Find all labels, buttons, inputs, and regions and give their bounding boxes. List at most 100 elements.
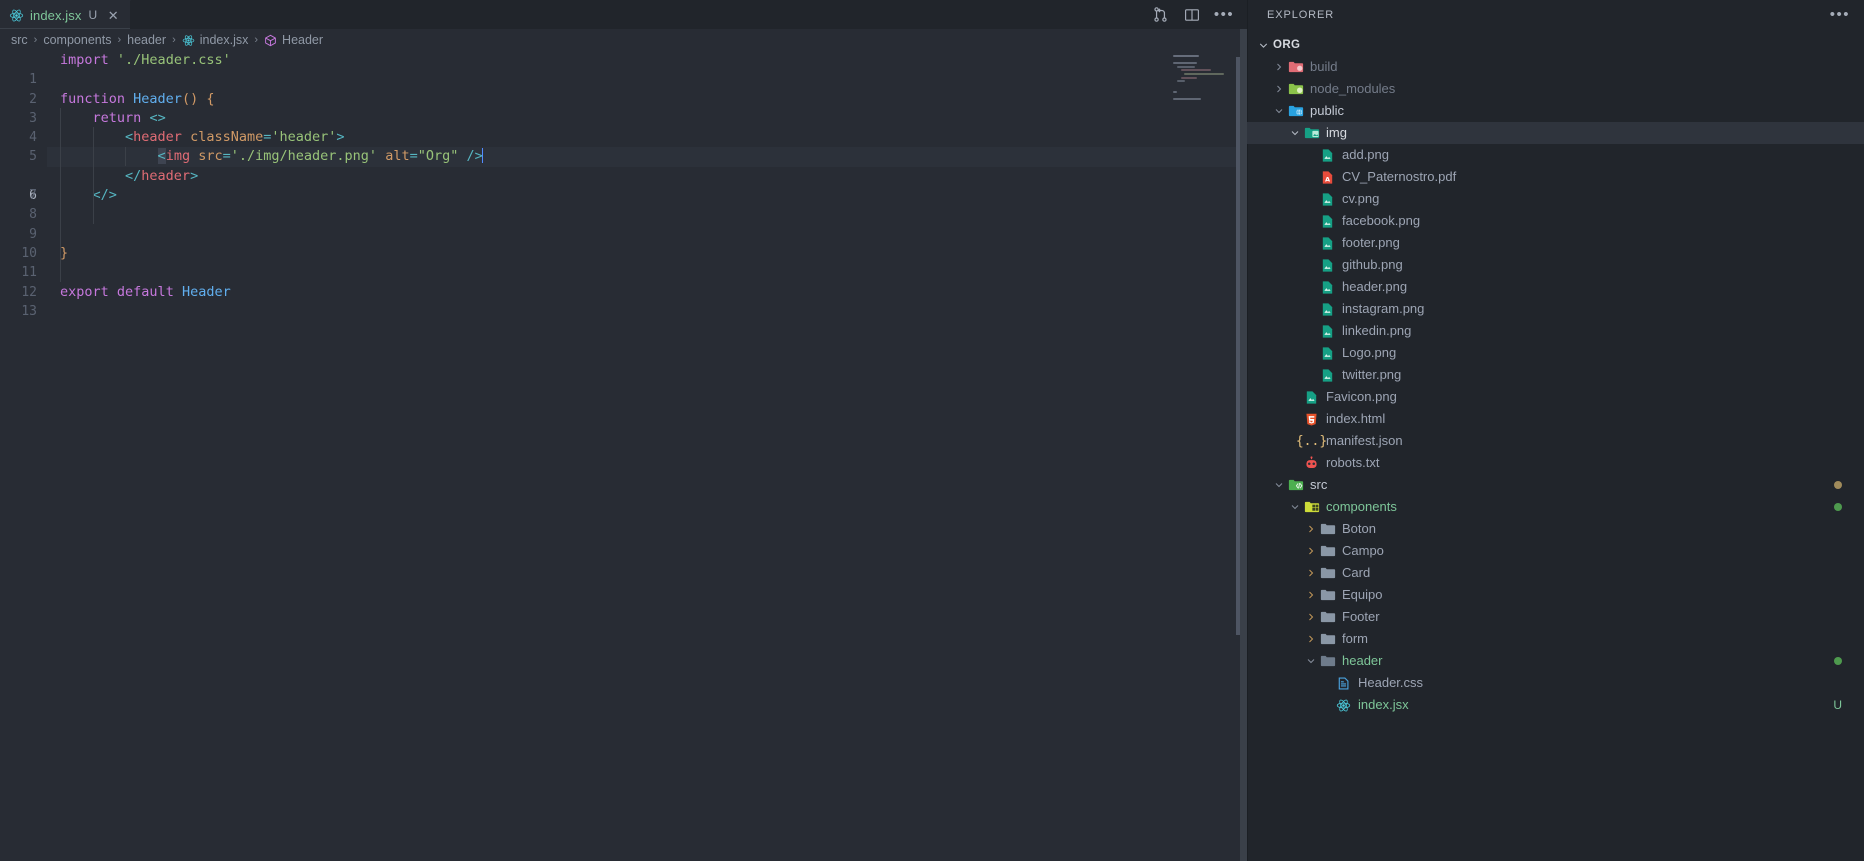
tree-row-label: Header.css bbox=[1358, 675, 1424, 690]
code-line[interactable]: 1 import './Header.css' bbox=[0, 51, 1247, 87]
tree-row-header-css[interactable]: Header.css bbox=[1247, 672, 1864, 694]
tree-row-add-png[interactable]: add.png bbox=[1247, 144, 1864, 166]
chevron-right-icon bbox=[1303, 521, 1319, 537]
tree-row-footer-png[interactable]: footer.png bbox=[1247, 232, 1864, 254]
sidebar-scrollbar[interactable] bbox=[1240, 29, 1247, 861]
code-line[interactable]: 12 bbox=[0, 263, 1247, 300]
image-file-icon bbox=[1319, 191, 1336, 208]
code-line[interactable]: 3 function Header() { bbox=[0, 90, 1247, 126]
code-line[interactable]: 9 bbox=[0, 205, 1247, 242]
explorer-title: EXPLORER bbox=[1267, 8, 1335, 21]
image-file-icon bbox=[1319, 257, 1336, 274]
git-status-dot bbox=[1834, 657, 1842, 665]
tree-row-header-png[interactable]: header.png bbox=[1247, 276, 1864, 298]
image-file-icon bbox=[1319, 323, 1336, 340]
tree-row-org[interactable]: ORG bbox=[1247, 34, 1864, 56]
breadcrumb-separator: › bbox=[172, 34, 176, 46]
tree-row-manifest-json[interactable]: {..} manifest.json bbox=[1247, 430, 1864, 452]
tab-index-jsx[interactable]: index.jsx U ✕ bbox=[0, 0, 132, 29]
tree-row-node-modules[interactable]: node_modules bbox=[1247, 78, 1864, 100]
image-file-icon bbox=[1319, 345, 1336, 362]
code-line-active[interactable]: 6 <img src='./img/header.png' alt="Org" … bbox=[0, 147, 1247, 203]
close-icon[interactable]: ✕ bbox=[106, 9, 120, 22]
tree-row-facebook-png[interactable]: facebook.png bbox=[1247, 210, 1864, 232]
folder-plain-icon bbox=[1319, 543, 1336, 560]
code-line[interactable]: 13 export default Header bbox=[0, 283, 1247, 319]
code-line[interactable]: 11 } bbox=[0, 244, 1247, 280]
breadcrumb-separator: › bbox=[33, 34, 38, 46]
split-editor-icon[interactable] bbox=[1183, 6, 1201, 24]
tree-row-cv-paternostro-pdf[interactable]: A CV_Paternostro.pdf bbox=[1247, 166, 1864, 188]
more-actions-icon[interactable]: ••• bbox=[1214, 6, 1233, 24]
tree-row-linkedin-png[interactable]: linkedin.png bbox=[1247, 320, 1864, 342]
breadcrumb-separator: › bbox=[117, 34, 122, 46]
tree-row-form[interactable]: form bbox=[1247, 628, 1864, 650]
editor-area: index.jsx U ✕ ••• src › components › hea… bbox=[0, 0, 1247, 861]
breadcrumb-label: components bbox=[43, 33, 112, 47]
folder-plain-icon bbox=[1319, 631, 1336, 648]
tree-row-campo[interactable]: Campo bbox=[1247, 540, 1864, 562]
tree-row-logo-png[interactable]: Logo.png bbox=[1247, 342, 1864, 364]
react-icon bbox=[182, 34, 195, 47]
explorer-more-icon[interactable]: ••• bbox=[1830, 7, 1850, 22]
breadcrumb-item-components[interactable]: components bbox=[43, 33, 111, 47]
chevron-down-icon bbox=[1255, 37, 1271, 53]
line-content: export default Header bbox=[60, 283, 231, 300]
code-line[interactable]: 7 </header> bbox=[0, 167, 1247, 203]
breadcrumb-item-header-symbol[interactable]: Header bbox=[264, 33, 323, 47]
tree-row-public[interactable]: public bbox=[1247, 100, 1864, 122]
code-line[interactable]: 5 <header className='header'> bbox=[0, 128, 1247, 164]
tree-row-label: Footer bbox=[1342, 609, 1380, 624]
chevron-down-icon bbox=[1303, 653, 1319, 669]
tree-row-robots-txt[interactable]: robots.txt bbox=[1247, 452, 1864, 474]
tree-row-twitter-png[interactable]: twitter.png bbox=[1247, 364, 1864, 386]
tree-row-instagram-png[interactable]: instagram.png bbox=[1247, 298, 1864, 320]
folder-public-icon bbox=[1287, 103, 1304, 120]
folder-open-icon bbox=[1319, 653, 1336, 670]
tree-row-equipo[interactable]: Equipo bbox=[1247, 584, 1864, 606]
tree-row-img[interactable]: img bbox=[1247, 122, 1864, 144]
tree-row-build[interactable]: build bbox=[1247, 56, 1864, 78]
minimap-row bbox=[1177, 65, 1195, 68]
tree-row-boton[interactable]: Boton bbox=[1247, 518, 1864, 540]
split-source-control-icon[interactable] bbox=[1151, 6, 1169, 24]
tree-row-github-png[interactable]: github.png bbox=[1247, 254, 1864, 276]
tree-row-index-jsx[interactable]: index.jsx U bbox=[1247, 694, 1864, 716]
tree-row-label: Campo bbox=[1342, 543, 1384, 558]
code-line[interactable]: 2 bbox=[0, 70, 1247, 107]
tree-row-footer[interactable]: Footer bbox=[1247, 606, 1864, 628]
image-file-icon bbox=[1319, 147, 1336, 164]
code-surface[interactable]: 1 import './Header.css' 2 3 function Hea… bbox=[0, 51, 1247, 861]
tree-row-label: manifest.json bbox=[1326, 433, 1403, 448]
tree-row-label: header.png bbox=[1342, 279, 1408, 294]
code-line[interactable]: 8 </> bbox=[0, 186, 1247, 222]
chevron-right-icon bbox=[1303, 565, 1319, 581]
minimap[interactable] bbox=[1171, 55, 1237, 125]
tree-row-components[interactable]: components bbox=[1247, 496, 1864, 518]
chevron-right-icon bbox=[1303, 609, 1319, 625]
tree-row-index-html[interactable]: index.html bbox=[1247, 408, 1864, 430]
tree-row-label: node_modules bbox=[1310, 81, 1396, 96]
tree-row-favicon-png[interactable]: Favicon.png bbox=[1247, 386, 1864, 408]
tree-row-label: components bbox=[1326, 499, 1397, 514]
image-file-icon bbox=[1303, 389, 1320, 406]
tree-row-label: CV_Paternostro.pdf bbox=[1342, 169, 1457, 184]
code-line[interactable]: 4 return <> bbox=[0, 109, 1247, 145]
explorer-sidebar: EXPLORER ••• ORG build node_modules publ… bbox=[1240, 0, 1864, 861]
tree-row-cv-png[interactable]: cv.png bbox=[1247, 188, 1864, 210]
breadcrumb-item-index-jsx[interactable]: index.jsx bbox=[182, 33, 249, 47]
tree-row-header[interactable]: header bbox=[1247, 650, 1864, 672]
tree-row-label: cv.png bbox=[1342, 191, 1380, 206]
breadcrumb-item-header[interactable]: header bbox=[127, 33, 166, 47]
line-content: function Header() { bbox=[60, 90, 215, 107]
breadcrumb-item-src[interactable]: src bbox=[11, 33, 28, 47]
tree-row-card[interactable]: Card bbox=[1247, 562, 1864, 584]
folder-node-icon bbox=[1287, 81, 1304, 98]
minimap-row bbox=[1181, 69, 1211, 72]
code-line[interactable]: 10 bbox=[0, 225, 1247, 261]
tree-row-label: public bbox=[1310, 103, 1344, 118]
breadcrumb-label: index.jsx bbox=[199, 33, 249, 47]
tree-row-src[interactable]: src bbox=[1247, 474, 1864, 496]
tab-label: index.jsx bbox=[30, 7, 82, 23]
file-tree[interactable]: ORG build node_modules public img add.pn… bbox=[1247, 29, 1864, 861]
